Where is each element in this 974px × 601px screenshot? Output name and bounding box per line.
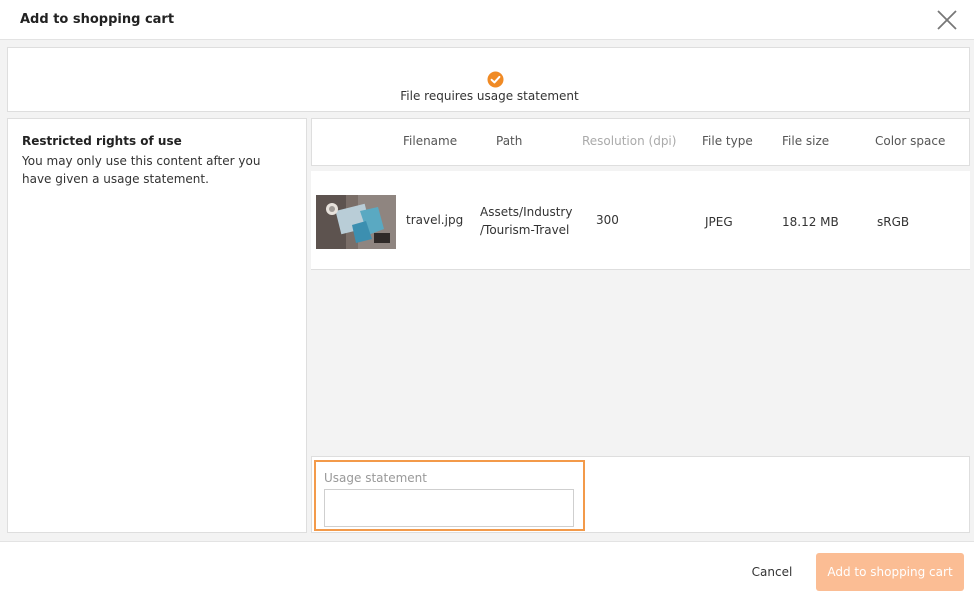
dialog-title: Add to shopping cart: [20, 12, 175, 27]
cell-resolution: 300: [596, 213, 619, 227]
usage-statement-area: Usage statement: [311, 456, 970, 533]
usage-statement-label: Usage statement: [324, 471, 427, 485]
dialog-header: Add to shopping cart: [0, 0, 974, 40]
cell-path-line1: Assets/Industry: [480, 205, 573, 219]
cell-filename: travel.jpg: [406, 213, 464, 227]
rights-title: Restricted rights of use: [22, 134, 182, 148]
usage-statement-field: Usage statement: [314, 460, 585, 531]
status-message: File requires usage statement: [400, 89, 579, 103]
rights-description: You may only use this content after you …: [22, 154, 261, 186]
table-row[interactable]: travel.jpg Assets/Industry /Tourism-Trav…: [311, 171, 970, 270]
column-header-path[interactable]: Path: [496, 134, 522, 148]
travel-image-thumbnail: [316, 195, 396, 249]
rights-panel: Restricted rights of use You may only us…: [7, 118, 307, 533]
usage-statement-input[interactable]: [324, 489, 574, 527]
cell-file-type: JPEG: [705, 215, 733, 229]
cell-path-line2: /Tourism-Travel: [480, 223, 570, 237]
column-header-color-space[interactable]: Color space: [875, 134, 945, 148]
add-to-shopping-cart-button[interactable]: Add to shopping cart: [816, 553, 964, 591]
cell-file-size: 18.12 MB: [782, 215, 839, 229]
cancel-button[interactable]: Cancel: [737, 553, 807, 591]
column-header-filename[interactable]: Filename: [403, 134, 457, 148]
check-circle-icon: [487, 71, 504, 88]
table-header: Filename Path Resolution (dpi) File type…: [311, 118, 970, 166]
close-icon[interactable]: [935, 8, 959, 32]
dialog-body: File requires usage statement Restricted…: [0, 40, 974, 541]
column-header-resolution[interactable]: Resolution (dpi): [582, 134, 676, 148]
status-panel: File requires usage statement: [7, 47, 970, 112]
add-to-cart-dialog: Add to shopping cart File requires usage…: [0, 0, 974, 601]
column-header-file-type[interactable]: File type: [702, 134, 753, 148]
file-table-panel: Filename Path Resolution (dpi) File type…: [311, 118, 971, 533]
column-header-file-size[interactable]: File size: [782, 134, 829, 148]
cell-color-space: sRGB: [877, 215, 910, 229]
dialog-footer: Cancel Add to shopping cart: [0, 541, 974, 601]
